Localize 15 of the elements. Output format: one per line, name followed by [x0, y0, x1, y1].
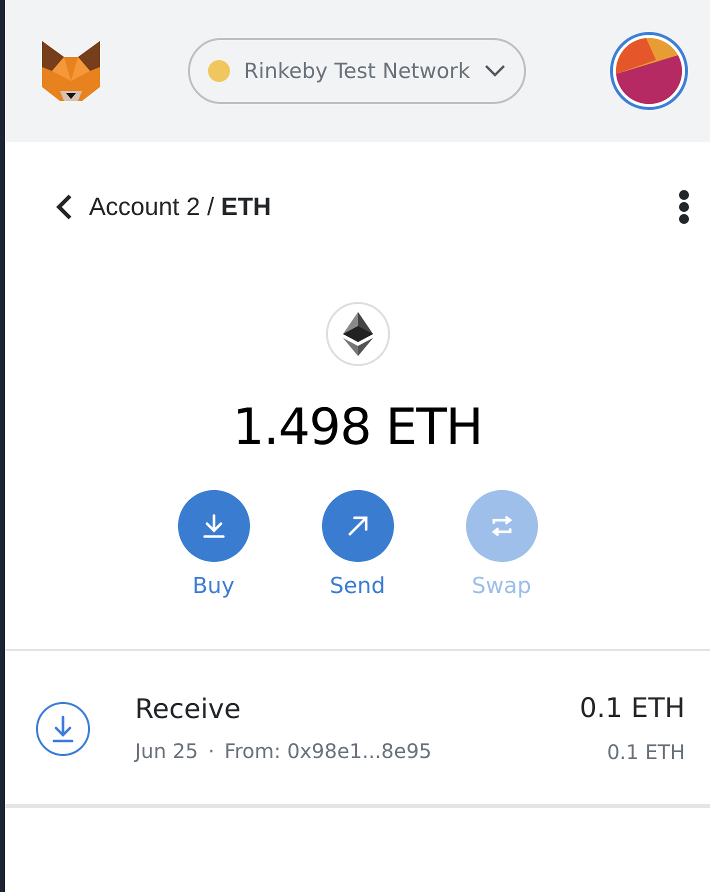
more-options-icon[interactable]	[678, 190, 690, 224]
transaction-date: Jun 25	[135, 739, 198, 763]
transaction-title: Receive	[135, 694, 242, 725]
chevron-left-icon	[55, 193, 73, 221]
separator-dot: ·	[208, 739, 214, 763]
transaction-sender: From: 0x98e1...8e95	[224, 739, 432, 763]
balance-amount: 1.498 ETH	[232, 398, 482, 456]
asset-title: Account 2 / ETH	[89, 192, 272, 222]
ethereum-token-icon	[326, 302, 390, 366]
transaction-amount: 0.1 ETH	[580, 693, 685, 724]
chevron-down-icon	[484, 64, 506, 78]
receive-icon	[35, 700, 91, 756]
back-button[interactable]: Account 2 / ETH	[55, 192, 272, 222]
transaction-secondary-amount: 0.1 ETH	[606, 740, 685, 764]
network-selector[interactable]: Rinkeby Test Network	[188, 38, 526, 104]
